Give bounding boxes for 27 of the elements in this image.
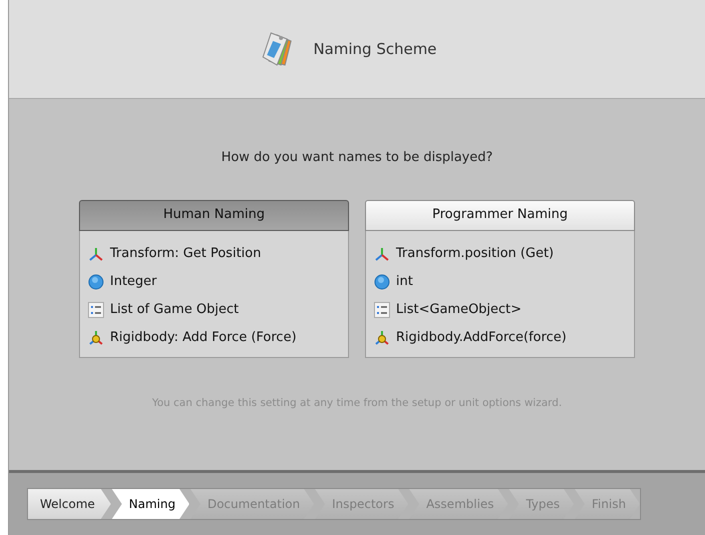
numbered-list-icon [88,302,104,318]
example-name: List of Game Object [110,300,239,319]
circle-icon [88,274,104,290]
wizard-step[interactable]: Welcome [28,489,111,519]
body-axes-icon [88,330,104,346]
wizard-step[interactable]: Finish [574,489,640,519]
naming-option-button[interactable]: Programmer Naming [365,200,635,230]
axes-icon [374,246,390,262]
example-name: Transform: Get Position [110,244,262,263]
example-name: Transform.position (Get) [396,244,554,263]
wizard-step[interactable]: Assemblies [409,489,508,519]
header-title: Naming Scheme [313,38,437,60]
wizard-step[interactable]: Documentation [190,489,314,519]
example-name: Rigidbody: Add Force (Force) [110,328,296,347]
naming-option-button[interactable]: Human Naming [79,200,349,230]
question-text: How do you want names to be displayed? [221,149,493,167]
body-axes-icon [374,330,390,346]
example-name: Integer [110,272,157,291]
wizard-step[interactable]: Types [508,489,574,519]
circle-icon [374,274,390,290]
wizard-step[interactable]: Naming [112,489,190,519]
example-name: int [396,272,413,291]
example-name: List<GameObject> [396,300,522,319]
numbered-list-icon [374,302,390,318]
axes-icon [88,246,104,262]
wizard-step[interactable]: Inspectors [314,489,408,519]
example-name: Rigidbody.AddForce(force) [396,328,566,347]
